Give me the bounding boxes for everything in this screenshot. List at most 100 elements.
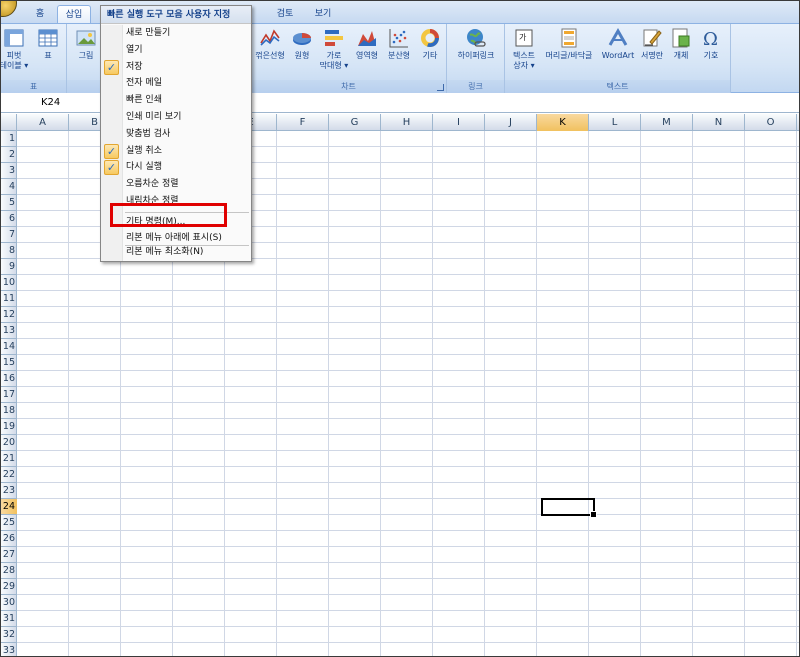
row-header-29[interactable]: 29 <box>1 579 17 595</box>
row-header-25[interactable]: 25 <box>1 515 17 531</box>
line-chart-button[interactable]: 꺾은선형 <box>252 27 288 61</box>
hyperlink-button[interactable]: 하이퍼링크 <box>451 27 501 61</box>
picture-button[interactable]: 그림 <box>73 27 99 61</box>
row-header-12[interactable]: 12 <box>1 307 17 323</box>
ribbon-group-text: 가 텍스트 상자 ▾ 머리글/바닥글 WordArt 서명란 개체 Ω 기호 텍… <box>505 24 731 93</box>
menu-item-3[interactable]: ✓ 저장 <box>101 59 251 76</box>
ribbon-group-link: 하이퍼링크 링크 <box>447 24 505 93</box>
menu-item-label: 전자 메일 <box>126 78 162 89</box>
menu-item-5[interactable]: 빠른 인쇄 <box>101 92 251 109</box>
tab-home[interactable]: 홈 <box>27 5 53 23</box>
row-header-17[interactable]: 17 <box>1 387 17 403</box>
row-header-3[interactable]: 3 <box>1 163 17 179</box>
column-header-k[interactable]: K <box>537 114 589 131</box>
row-header-27[interactable]: 27 <box>1 547 17 563</box>
column-header-f[interactable]: F <box>277 114 329 131</box>
row-header-10[interactable]: 10 <box>1 275 17 291</box>
menu-item-2[interactable]: 열기 <box>101 42 251 59</box>
table-button[interactable]: 표 <box>35 27 61 61</box>
row-header-28[interactable]: 28 <box>1 563 17 579</box>
group-label-chart: 차트 <box>251 80 446 93</box>
row-header-19[interactable]: 19 <box>1 419 17 435</box>
symbol-button[interactable]: Ω 기호 <box>697 27 725 61</box>
wordart-button[interactable]: WordArt <box>599 27 637 61</box>
row-header-24[interactable]: 24 <box>1 499 17 515</box>
tab-review[interactable]: 검토 <box>269 5 301 23</box>
row-header-32[interactable]: 32 <box>1 627 17 643</box>
picture-icon <box>76 30 96 46</box>
row-header-30[interactable]: 30 <box>1 595 17 611</box>
scatter-chart-button[interactable]: 분산형 <box>383 27 415 61</box>
other-chart-button[interactable]: 기타 <box>417 27 443 61</box>
ribbon-group-chart: 꺾은선형 원형 가로 막대형 ▾ 영역형 분산형 기타 차트 <box>251 24 447 93</box>
row-header-15[interactable]: 15 <box>1 355 17 371</box>
row-header-20[interactable]: 20 <box>1 435 17 451</box>
donut-chart-icon <box>421 29 439 48</box>
menu-item-4[interactable]: 전자 메일 <box>101 75 251 92</box>
menu-item-8[interactable]: ✓ 실행 취소 <box>101 143 251 160</box>
column-header-m[interactable]: M <box>641 114 693 131</box>
row-header-33[interactable]: 33 <box>1 643 17 656</box>
name-box[interactable]: K24 <box>1 94 101 111</box>
row-header-6[interactable]: 6 <box>1 211 17 227</box>
menu-item-10[interactable]: 오름차순 정렬 <box>101 176 251 193</box>
row-header-4[interactable]: 4 <box>1 179 17 195</box>
textbox-button[interactable]: 가 텍스트 상자 ▾ <box>507 27 541 71</box>
excel-window: 홈 삽입 검토 보기 피벗 테이블 ▾ 표 표 그림 꺾은선형 원형 가로 막대… <box>0 0 800 657</box>
row-header-14[interactable]: 14 <box>1 339 17 355</box>
ribbon-group-table: 피벗 테이블 ▾ 표 표 <box>1 24 67 93</box>
column-header-i[interactable]: I <box>433 114 485 131</box>
column-header-o[interactable]: O <box>745 114 797 131</box>
row-header-18[interactable]: 18 <box>1 403 17 419</box>
bar-chart-button[interactable]: 가로 막대형 ▾ <box>317 27 351 71</box>
row-header-9[interactable]: 9 <box>1 259 17 275</box>
row-header-22[interactable]: 22 <box>1 467 17 483</box>
checkmark-icon: ✓ <box>104 143 119 159</box>
row-header-13[interactable]: 13 <box>1 323 17 339</box>
column-header-g[interactable]: G <box>329 114 381 131</box>
group-label-table: 표 <box>1 80 66 93</box>
column-header-l[interactable]: L <box>589 114 641 131</box>
column-header-n[interactable]: N <box>693 114 745 131</box>
select-all-corner[interactable] <box>1 114 17 131</box>
header-footer-button[interactable]: 머리글/바닥글 <box>541 27 597 61</box>
row-header-5[interactable]: 5 <box>1 195 17 211</box>
pie-chart-button[interactable]: 원형 <box>289 27 315 61</box>
row-header-2[interactable]: 2 <box>1 147 17 163</box>
menu-item-1[interactable]: 새로 만들기 <box>101 25 251 42</box>
menu-item-6[interactable]: 인쇄 미리 보기 <box>101 109 251 126</box>
menu-title: 빠른 실행 도구 모음 사용자 지정 <box>101 6 251 24</box>
active-cell-k24[interactable] <box>541 498 597 518</box>
scatter-chart-label: 분산형 <box>387 51 411 60</box>
row-header-8[interactable]: 8 <box>1 243 17 259</box>
row-header-16[interactable]: 16 <box>1 371 17 387</box>
group-label-text: 텍스트 <box>505 80 730 93</box>
column-header-a[interactable]: A <box>17 114 69 131</box>
column-header-j[interactable]: J <box>485 114 537 131</box>
area-chart-icon <box>358 31 376 46</box>
row-header-31[interactable]: 31 <box>1 611 17 627</box>
chart-dialog-launcher[interactable] <box>437 84 444 91</box>
row-header-23[interactable]: 23 <box>1 483 17 499</box>
tab-insert[interactable]: 삽입 <box>57 5 91 24</box>
row-header-21[interactable]: 21 <box>1 451 17 467</box>
office-button[interactable] <box>1 1 17 17</box>
menu-item-9[interactable]: ✓ 다시 실행 <box>101 159 251 176</box>
object-button[interactable]: 개체 <box>667 27 695 61</box>
pivot-table-button[interactable]: 피벗 테이블 ▾ <box>1 27 29 71</box>
row-header-11[interactable]: 11 <box>1 291 17 307</box>
svg-text:가: 가 <box>519 33 527 42</box>
tab-view[interactable]: 보기 <box>307 5 339 23</box>
row-header-7[interactable]: 7 <box>1 227 17 243</box>
menu-item-label: 인쇄 미리 보기 <box>126 112 182 122</box>
menu-item-label: 실행 취소 <box>126 145 162 156</box>
minimize-ribbon-item[interactable]: 리본 메뉴 최소화(N) <box>101 244 251 261</box>
row-header-26[interactable]: 26 <box>1 531 17 547</box>
area-chart-button[interactable]: 영역형 <box>352 27 382 61</box>
menu-item-label: 다시 실행 <box>126 162 162 173</box>
menu-item-7[interactable]: 맞춤법 검사 <box>101 126 251 143</box>
textbox-label: 텍스트 상자 ▾ <box>512 51 536 70</box>
row-header-1[interactable]: 1 <box>1 131 17 147</box>
column-header-h[interactable]: H <box>381 114 433 131</box>
signature-line-button[interactable]: 서명란 <box>637 27 667 61</box>
